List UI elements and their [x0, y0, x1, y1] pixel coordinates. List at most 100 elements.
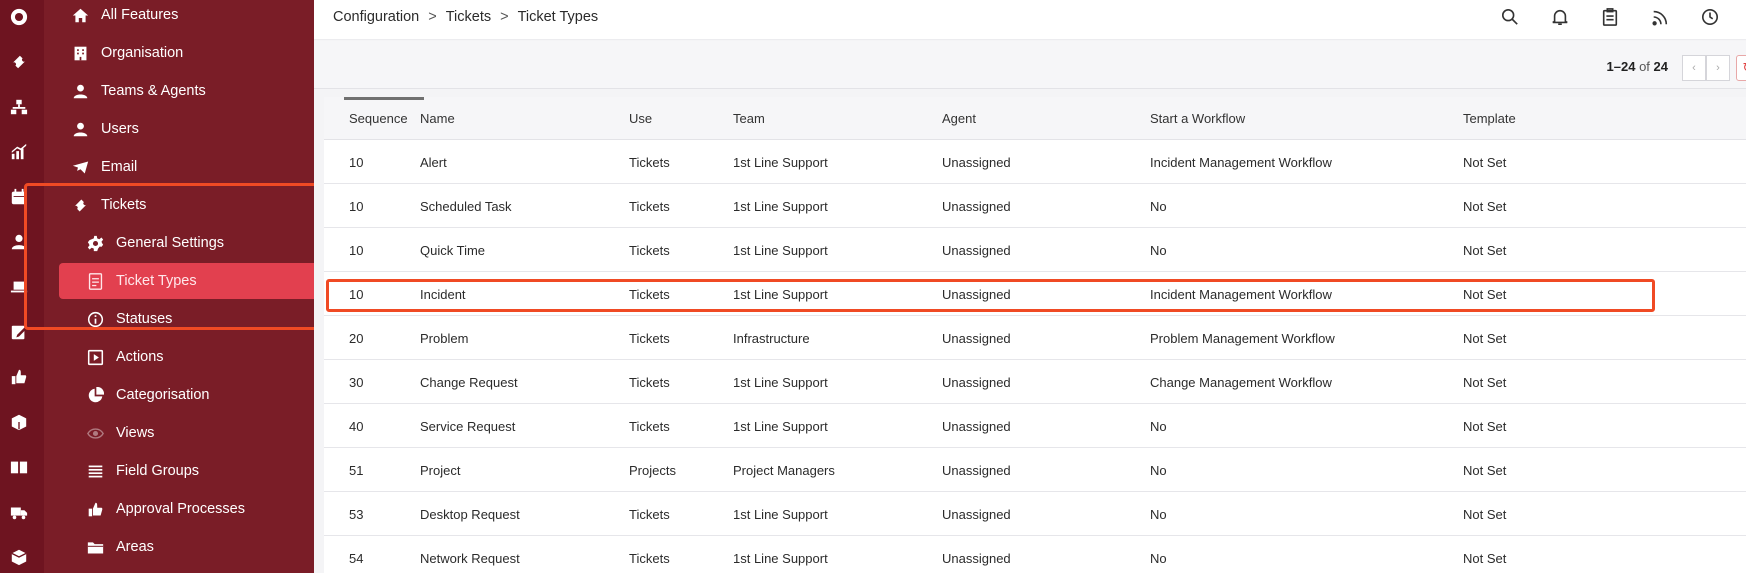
cell-template: Not Set: [1463, 463, 1507, 478]
cell-name: Problem: [420, 331, 469, 346]
table-row[interactable]: 10 Quick Time Tickets 1st Line Support Unass…: [324, 228, 1746, 272]
pager-range-value: 1–24: [1606, 59, 1636, 74]
sidebar-item-label: Actions: [116, 349, 164, 365]
table-row[interactable]: 51 Project Projects Project Managers Unassig…: [324, 448, 1746, 492]
home-icon: [71, 6, 89, 24]
table-row[interactable]: 40 Service Request Tickets 1st Line Support…: [324, 404, 1746, 448]
clipboard-icon[interactable]: [1600, 7, 1620, 27]
pager-bar: 1–24 of 24 ‹ › ↻: [314, 41, 1746, 89]
refresh-button[interactable]: ↻: [1736, 55, 1746, 81]
thumbs-up-icon[interactable]: [9, 367, 29, 387]
sidebar-item-field-groups[interactable]: Field Groups: [44, 453, 314, 489]
cell-start-workflow: Incident Management Workflow: [1150, 155, 1332, 170]
breadcrumb-tickets[interactable]: Tickets: [446, 9, 491, 25]
sidebar-item-general-settings[interactable]: General Settings: [44, 225, 314, 261]
thumbs-up-icon: [86, 500, 104, 518]
bell-icon[interactable]: [1550, 7, 1570, 27]
sidebar-item-areas[interactable]: Areas: [44, 529, 314, 565]
cell-template: Not Set: [1463, 551, 1507, 566]
cell-use: Tickets: [629, 507, 670, 522]
table-row[interactable]: 30 Change Request Tickets 1st Line Support U…: [324, 360, 1746, 404]
ticket-types-table: Sequence Name Use Team Agent Start a Wor…: [324, 97, 1746, 573]
prev-page-button[interactable]: ‹: [1682, 55, 1706, 81]
boxes-icon[interactable]: [9, 412, 29, 432]
user-icon[interactable]: [9, 232, 29, 252]
main-content: Configuration > Tickets > Ticket Types 1…: [314, 0, 1746, 573]
search-icon[interactable]: [1500, 7, 1520, 27]
document-icon: [86, 272, 104, 290]
cell-start-workflow: No: [1150, 551, 1167, 566]
table-row[interactable]: 10 Scheduled Task Tickets 1st Line Support U…: [324, 184, 1746, 228]
package-icon[interactable]: [9, 547, 29, 567]
cell-sequence: 10: [349, 287, 364, 302]
email-icon: [71, 158, 89, 176]
sidebar-item-label: Ticket Types: [116, 273, 197, 289]
cell-sequence: 54: [349, 551, 364, 566]
sidebar-item-tickets[interactable]: Tickets: [44, 187, 314, 223]
sidebar-item-ticket-types[interactable]: Ticket Types: [59, 263, 314, 299]
sidebar-item-organisation[interactable]: Organisation: [44, 35, 314, 71]
book-icon[interactable]: [9, 457, 29, 477]
cell-template: Not Set: [1463, 331, 1507, 346]
column-agent[interactable]: Agent: [942, 111, 976, 126]
pie-chart-icon: [86, 386, 104, 404]
clock-icon[interactable]: [1700, 7, 1720, 27]
sidebar-item-views[interactable]: Views: [44, 415, 314, 451]
cell-name: Alert: [420, 155, 447, 170]
sidebar-item-label: Tickets: [101, 197, 147, 213]
cell-team: 1st Line Support: [733, 419, 828, 434]
cell-template: Not Set: [1463, 199, 1507, 214]
cell-team: 1st Line Support: [733, 551, 828, 566]
calendar-icon[interactable]: [9, 187, 29, 207]
top-bar: Configuration > Tickets > Ticket Types: [314, 0, 1746, 40]
ticket-icon[interactable]: [9, 52, 29, 72]
sidebar-item-actions[interactable]: Actions: [44, 339, 314, 375]
breadcrumb-separator: >: [500, 9, 509, 25]
sidebar-item-email[interactable]: Email: [44, 149, 314, 185]
cell-template: Not Set: [1463, 287, 1507, 302]
table-row[interactable]: 53 Desktop Request Tickets 1st Line Support…: [324, 492, 1746, 536]
gear-icon: [86, 234, 104, 252]
cell-agent: Unassigned: [942, 551, 1011, 566]
cell-name: Incident: [420, 287, 466, 302]
table-row[interactable]: 10 Incident Tickets 1st Line Support Unassig…: [324, 272, 1746, 316]
table-row[interactable]: 54 Network Request Tickets 1st Line Support…: [324, 536, 1746, 573]
cell-team: Infrastructure: [733, 331, 810, 346]
rss-icon[interactable]: [1650, 7, 1670, 27]
edit-icon[interactable]: [9, 322, 29, 342]
column-team[interactable]: Team: [733, 111, 765, 126]
sidebar: All Features Organisation Teams & Agents…: [44, 0, 314, 573]
cell-use: Tickets: [629, 551, 670, 566]
logo-icon[interactable]: [9, 7, 29, 27]
pager-total: 24: [1653, 59, 1668, 74]
column-template[interactable]: Template: [1463, 111, 1516, 126]
truck-icon[interactable]: [9, 502, 29, 522]
sidebar-item-users[interactable]: Users: [44, 111, 314, 147]
org-chart-icon[interactable]: [9, 97, 29, 117]
column-name[interactable]: Name: [420, 111, 455, 126]
sidebar-item-statuses[interactable]: Statuses: [44, 301, 314, 337]
sidebar-item-approval-processes[interactable]: Approval Processes: [44, 491, 314, 527]
cell-sequence: 51: [349, 463, 364, 478]
sidebar-item-all-features[interactable]: All Features: [44, 0, 314, 33]
cell-name: Scheduled Task: [420, 199, 512, 214]
laptop-icon[interactable]: [9, 277, 29, 297]
cell-sequence: 10: [349, 199, 364, 214]
column-start-workflow[interactable]: Start a Workflow: [1150, 111, 1245, 126]
table-row[interactable]: 20 Problem Tickets Infrastructure Unassigned…: [324, 316, 1746, 360]
cell-team: 1st Line Support: [733, 155, 828, 170]
sidebar-item-categorisation[interactable]: Categorisation: [44, 377, 314, 413]
breadcrumb-configuration[interactable]: Configuration: [333, 9, 419, 25]
column-use[interactable]: Use: [629, 111, 652, 126]
analytics-icon[interactable]: [9, 142, 29, 162]
cell-team: Project Managers: [733, 463, 835, 478]
sidebar-item-teams-agents[interactable]: Teams & Agents: [44, 73, 314, 109]
sidebar-item-label: Users: [101, 121, 139, 137]
cell-agent: Unassigned: [942, 507, 1011, 522]
top-icons: [1486, 0, 1746, 36]
column-sequence[interactable]: Sequence: [349, 111, 408, 126]
cell-agent: Unassigned: [942, 243, 1011, 258]
next-page-button[interactable]: ›: [1706, 55, 1730, 81]
cell-team: 1st Line Support: [733, 375, 828, 390]
table-row[interactable]: 10 Alert Tickets 1st Line Support Unassigned…: [324, 140, 1746, 184]
